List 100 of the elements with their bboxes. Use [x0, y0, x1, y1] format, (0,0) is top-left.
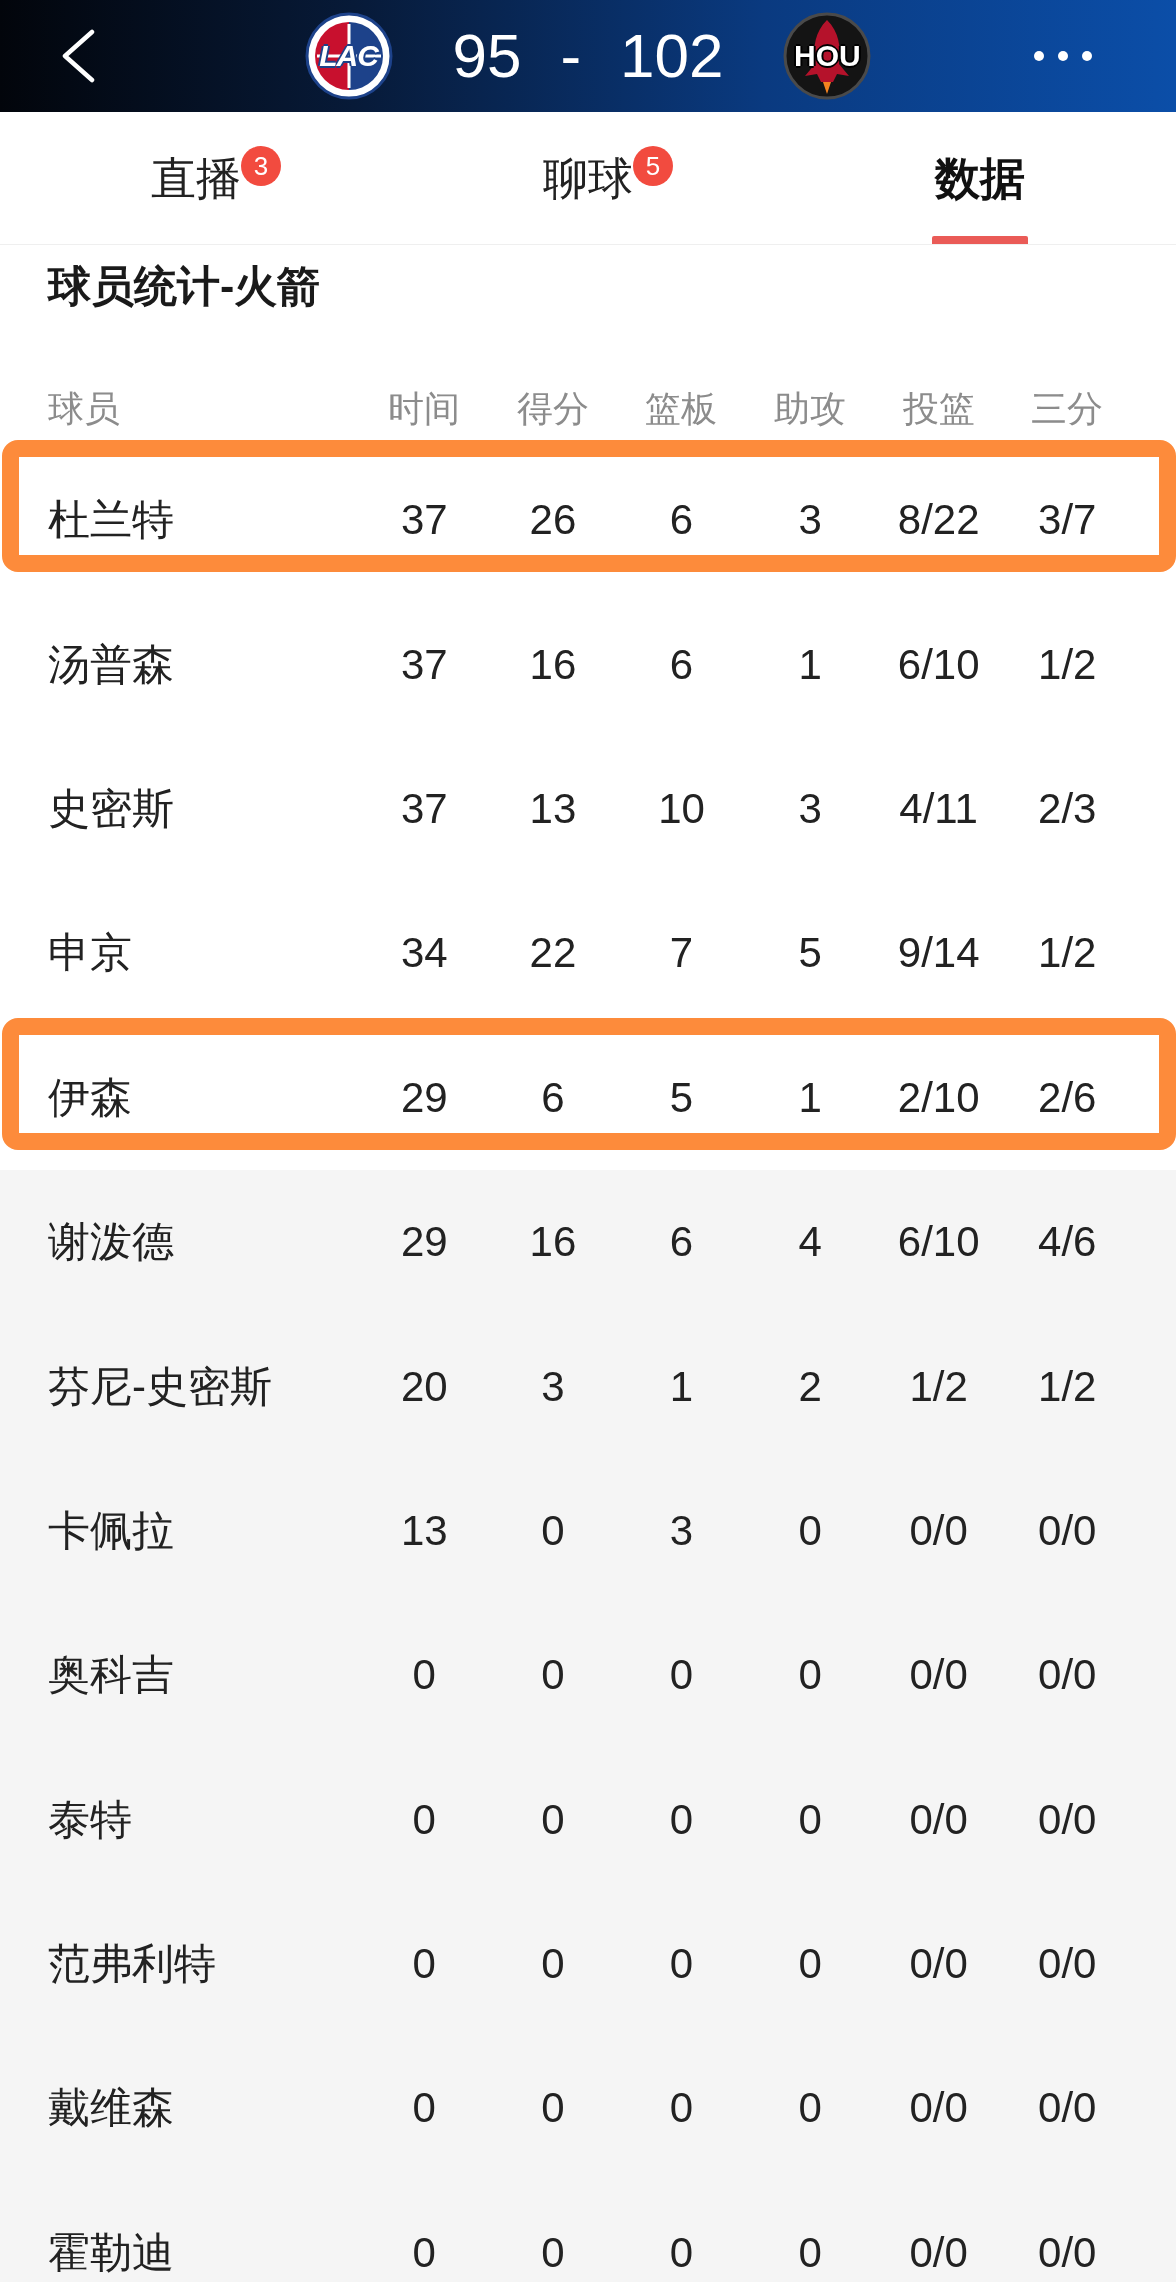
column-header: 篮板 [645, 391, 718, 427]
stat-cell: 0 [669, 1798, 694, 1841]
stat-cell: 0 [798, 2087, 822, 2130]
player-name: 伊森 [48, 1076, 132, 1119]
stat-cell: 2/6 [1038, 1076, 1097, 1119]
stat-cell: 0 [669, 1943, 694, 1986]
column-header: 三分 [1031, 391, 1104, 427]
column-header: 时间 [388, 391, 461, 427]
stat-cell: 6 [669, 643, 694, 686]
stat-cell: 0/0 [1038, 1943, 1097, 1986]
stat-cell: 0 [541, 1509, 565, 1552]
stat-cell: 0/0 [909, 2231, 968, 2274]
column-header: 球员 [48, 391, 120, 427]
column-header: 得分 [516, 391, 589, 427]
stat-cell: 1/2 [909, 1365, 968, 1408]
stat-cell: 0/0 [1038, 1509, 1097, 1552]
stat-cell: 3 [541, 1365, 565, 1408]
stat-cell: 34 [400, 932, 448, 975]
stat-cell: 0 [541, 1654, 565, 1697]
stat-cell: 0 [669, 2231, 694, 2274]
stat-cell: 37 [400, 499, 448, 542]
stat-cell: 26 [529, 499, 577, 542]
stat-cell: 0/0 [1038, 2087, 1097, 2130]
stat-cell: 0/0 [909, 1654, 968, 1697]
stat-cell: 4/6 [1038, 1221, 1097, 1264]
stat-cell: 37 [400, 643, 448, 686]
stat-cell: 1 [669, 1365, 694, 1408]
stat-cell: 3 [669, 1509, 694, 1552]
stat-cell: 3 [798, 787, 822, 830]
stat-cell: 5 [798, 932, 822, 975]
player-name: 芬尼-史密斯 [48, 1365, 272, 1408]
player-name: 范弗利特 [48, 1943, 216, 1986]
stat-cell: 0 [798, 1943, 822, 1986]
stat-cell: 0 [669, 1654, 694, 1697]
stat-cell: 0 [412, 1798, 436, 1841]
stat-cell: 0/0 [1038, 1798, 1097, 1841]
player-name: 泰特 [48, 1798, 132, 1841]
tab[interactable]: 直播 3 [0, 112, 392, 244]
player-name: 杜兰特 [48, 499, 174, 542]
count-badge: 3 [241, 145, 281, 186]
stat-cell: 20 [400, 1365, 448, 1408]
stat-cell: 3/7 [1038, 499, 1097, 542]
stat-cell: 1/2 [1038, 1365, 1097, 1408]
stat-cell: 0 [541, 2231, 565, 2274]
stat-cell: 0 [412, 1943, 436, 1986]
column-header: 助攻 [774, 391, 847, 427]
stat-cell: 7 [669, 932, 694, 975]
score: 95 - 102 [452, 25, 724, 87]
stat-cell: 0/0 [909, 1798, 968, 1841]
stat-cell: 1 [798, 1076, 822, 1119]
stat-cell: 22 [529, 932, 577, 975]
stat-cell: 0 [798, 2231, 822, 2274]
stat-cell: 0/0 [1038, 2231, 1097, 2274]
stat-cell: 0/0 [909, 1509, 968, 1552]
stat-cell: 0 [412, 2087, 436, 2130]
stat-cell: 2 [798, 1365, 822, 1408]
stat-cell: 0/0 [1038, 1654, 1097, 1697]
stat-cell: 0/0 [909, 1943, 968, 1986]
tab[interactable]: 数据 [784, 112, 1176, 244]
stat-cell: 1/2 [1038, 932, 1097, 975]
stat-cell: 5 [669, 1076, 694, 1119]
stat-cell: 16 [529, 643, 577, 686]
stat-cell: 16 [529, 1221, 577, 1264]
stat-cell: 2/3 [1038, 787, 1097, 830]
tab[interactable]: 聊球 5 [392, 112, 784, 244]
stat-cell: 6 [541, 1076, 565, 1119]
team-logo-icon [304, 12, 393, 100]
stat-cell: 9/14 [897, 932, 980, 975]
column-header: 投篮 [902, 391, 975, 427]
stat-cell: 10 [658, 787, 705, 830]
stat-cell: 13 [529, 787, 577, 830]
player-name: 卡佩拉 [48, 1509, 174, 1552]
section-title: 球员统计-火箭 [48, 261, 321, 312]
stat-cell: 2/10 [897, 1076, 980, 1119]
stat-cell: 6/10 [897, 1221, 980, 1264]
stat-cell: 1/2 [1038, 643, 1097, 686]
stat-cell: 37 [400, 787, 448, 830]
stat-cell: 0/0 [909, 2087, 968, 2130]
player-name: 申京 [48, 932, 132, 975]
back-icon [61, 29, 95, 83]
stat-cell: 29 [400, 1221, 448, 1264]
stat-cell: 4/11 [899, 787, 978, 830]
stat-cell: 6 [669, 499, 694, 542]
stat-cell: 0 [669, 2087, 694, 2130]
stat-cell: 1 [798, 643, 822, 686]
stat-cell: 0 [798, 1798, 822, 1841]
stat-cell: 13 [400, 1509, 448, 1552]
stat-cell: 0 [541, 2087, 565, 2130]
player-name: 奥科吉 [48, 1654, 174, 1697]
stat-cell: 29 [400, 1076, 448, 1119]
stat-cell: 0 [412, 2231, 436, 2274]
stat-cell: 0 [798, 1654, 822, 1697]
player-name: 史密斯 [48, 787, 174, 830]
player-name: 霍勒迪 [48, 2231, 174, 2274]
player-name: 汤普森 [48, 643, 174, 686]
stat-cell: 4 [798, 1221, 822, 1264]
count-badge: 5 [633, 145, 673, 186]
stat-cell: 0 [798, 1509, 822, 1552]
stat-cell: 3 [798, 499, 822, 542]
stat-cell: 0 [541, 1943, 565, 1986]
